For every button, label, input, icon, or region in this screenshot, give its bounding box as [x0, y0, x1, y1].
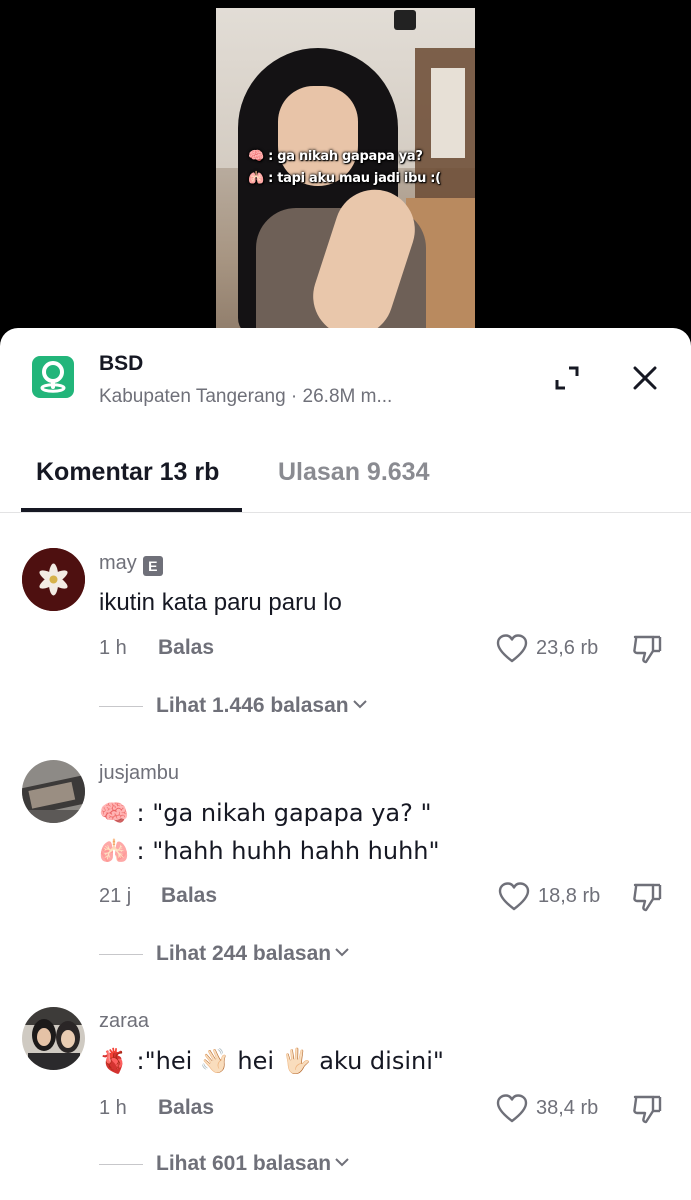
comment-time: 21 j — [99, 885, 132, 907]
comment-text: 🫀 :"hei 👋🏻 hei 🖐🏻 aku disini" — [99, 1042, 444, 1080]
comment-time: 1 h — [99, 637, 127, 659]
tab-bar: Komentar 13 rb Ulasan 9.634 — [0, 446, 691, 513]
heart-icon[interactable] — [496, 634, 528, 664]
place-title[interactable]: BSD — [99, 352, 143, 376]
comment-username[interactable]: jusjambu — [99, 762, 179, 785]
chevron-down-icon[interactable] — [352, 697, 368, 715]
video-caption-line-1: 🧠 : ga nikah gapapa ya? — [248, 149, 423, 164]
map-pin-icon[interactable] — [32, 356, 74, 398]
comment-text: ikutin kata paru paru lo — [99, 584, 342, 622]
chevron-down-icon[interactable] — [334, 1155, 350, 1173]
author-badge: E — [142, 556, 163, 576]
view-replies-label[interactable]: Lihat 601 balasan — [156, 1152, 331, 1175]
dislike-icon[interactable] — [631, 881, 663, 913]
comment-text-line: 🫀 :"hei 👋🏻 hei 🖐🏻 aku disini" — [99, 1047, 444, 1075]
tab-komentar[interactable]: Komentar 13 rb — [36, 458, 219, 487]
view-replies-label[interactable]: Lihat 244 balasan — [156, 942, 331, 965]
dislike-icon[interactable] — [631, 633, 663, 665]
expand-icon[interactable] — [551, 362, 583, 394]
place-subtitle[interactable]: Kabupaten Tangerang · 26.8M m... — [99, 386, 392, 408]
comments-sheet: BSD Kabupaten Tangerang · 26.8M m... Kom… — [0, 328, 691, 1200]
view-replies-button[interactable]: Lihat 1.446 balasan — [99, 694, 368, 720]
video-shelf-panel — [431, 68, 465, 158]
reply-button[interactable]: Balas — [158, 636, 214, 660]
chevron-down-icon[interactable] — [334, 945, 350, 963]
reply-button[interactable]: Balas — [158, 1096, 214, 1120]
comment-text: 🧠 : "ga nikah gapapa ya? " 🫁 : "hahh huh… — [99, 794, 440, 870]
avatar[interactable] — [22, 548, 85, 611]
dislike-icon[interactable] — [631, 1093, 663, 1125]
video-area[interactable]: 🧠 : ga nikah gapapa ya? 🫁 : tapi aku mau… — [0, 0, 691, 345]
like-count: 23,6 rb — [536, 637, 599, 659]
video-caption: 🧠 : ga nikah gapapa ya? 🫁 : tapi aku mau… — [248, 146, 475, 190]
avatar[interactable] — [22, 760, 85, 823]
comment-text-line: ikutin kata paru paru lo — [99, 589, 342, 616]
divider-line — [99, 1163, 143, 1165]
active-tab-indicator — [21, 508, 242, 512]
comment-time: 1 h — [99, 1097, 127, 1119]
view-replies-label[interactable]: Lihat 1.446 balasan — [156, 694, 349, 717]
heart-icon[interactable] — [498, 882, 530, 912]
comment-username[interactable]: may E — [99, 552, 163, 576]
view-replies-button[interactable]: Lihat 601 balasan — [99, 1152, 350, 1178]
comment-text-line: 🧠 : "ga nikah gapapa ya? " — [99, 799, 432, 827]
close-icon[interactable] — [629, 362, 661, 394]
comment-text-line: 🫁 : "hahh huhh hahh huhh" — [99, 837, 440, 865]
video-frame[interactable]: 🧠 : ga nikah gapapa ya? 🫁 : tapi aku mau… — [216, 8, 475, 338]
reply-button[interactable]: Balas — [161, 884, 217, 908]
avatar[interactable] — [22, 1007, 85, 1070]
heart-icon[interactable] — [496, 1094, 528, 1124]
tab-ulasan[interactable]: Ulasan 9.634 — [278, 458, 430, 487]
video-camera-object — [394, 10, 416, 30]
like-count: 18,8 rb — [538, 885, 601, 907]
like-count: 38,4 rb — [536, 1097, 599, 1119]
divider-line — [99, 705, 143, 707]
video-caption-line-2: 🫁 : tapi aku mau jadi ibu :( — [248, 171, 441, 186]
comment-username[interactable]: zaraa — [99, 1010, 149, 1033]
view-replies-button[interactable]: Lihat 244 balasan — [99, 942, 350, 968]
comment-username-text[interactable]: may — [99, 552, 137, 574]
divider-line — [99, 953, 143, 955]
